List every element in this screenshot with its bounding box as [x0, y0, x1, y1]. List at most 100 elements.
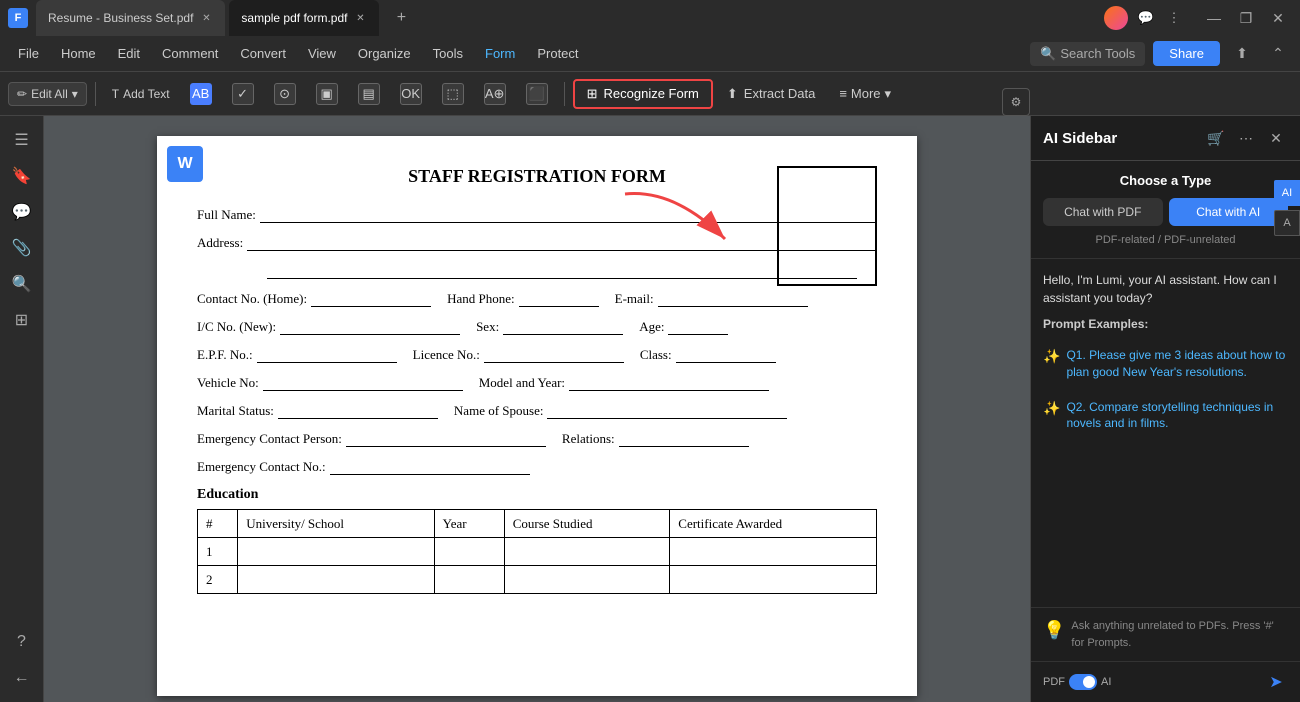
main-area: ☰ 🔖 💬 📎 🔍 ⊞ ? ← W STAFF REGI [0, 116, 1300, 702]
menu-home[interactable]: Home [51, 42, 106, 65]
menu-convert[interactable]: Convert [230, 42, 296, 65]
sidebar-comments[interactable]: 💬 [6, 196, 38, 228]
prompt-item-1[interactable]: ✨ Q1. Please give me 3 ideas about how t… [1043, 347, 1288, 381]
chevron-up-icon[interactable]: ⌃ [1264, 40, 1292, 68]
pdf-ai-toggle[interactable] [1069, 674, 1097, 690]
add-tab-button[interactable]: + [387, 4, 415, 32]
edit-all-button[interactable]: ✏ Edit All ▾ [8, 82, 87, 106]
relations-label: Relations: [562, 431, 615, 447]
class-item: Class: [640, 347, 776, 363]
ai-sidebar-header: AI Sidebar 🛒 ⋯ ✕ [1031, 116, 1300, 161]
chat-with-ai-button[interactable]: Chat with AI [1169, 198, 1289, 226]
menu-tools[interactable]: Tools [423, 42, 473, 65]
tab-resume-close[interactable]: ✕ [199, 11, 213, 25]
sidebar-layers[interactable]: ⊞ [6, 304, 38, 336]
share-button[interactable]: Share [1153, 41, 1220, 66]
upload-icon[interactable]: ⬆ [1228, 40, 1256, 68]
tab-sample-label: sample pdf form.pdf [241, 11, 347, 25]
spouse-item: Name of Spouse: [454, 403, 788, 419]
menu-organize[interactable]: Organize [348, 42, 421, 65]
licence-line [484, 347, 624, 363]
ai-chat-area: Hello, I'm Lumi, your AI assistant. How … [1031, 259, 1300, 607]
ai-close-icon[interactable]: ✕ [1264, 126, 1288, 150]
row2-certificate [670, 566, 877, 594]
list-button[interactable]: ▤ [350, 79, 388, 109]
recognize-form-label: Recognize Form [604, 86, 699, 101]
ok-button[interactable]: OK [392, 79, 430, 109]
ai-sidebar-title: AI Sidebar [1043, 130, 1196, 147]
maximize-button[interactable]: ❐ [1232, 4, 1260, 32]
ai-more-icon[interactable]: ⋯ [1234, 126, 1258, 150]
signature-button[interactable]: ⬚ [434, 79, 472, 109]
radio-button[interactable]: ⊙ [266, 79, 304, 109]
translate-panel-icon[interactable]: A [1274, 210, 1300, 236]
menu-view[interactable]: View [298, 42, 346, 65]
date-button[interactable]: A⊕ [476, 79, 514, 109]
chat-icon[interactable]: 💬 [1136, 8, 1156, 28]
age-line [668, 319, 728, 335]
chat-with-pdf-button[interactable]: Chat with PDF [1043, 198, 1163, 226]
search-tools-label: Search Tools [1060, 46, 1135, 61]
epf-label: E.P.F. No.: [197, 347, 253, 363]
sex-label: Sex: [476, 319, 499, 335]
hand-phone-label: Hand Phone: [447, 291, 515, 307]
menu-file[interactable]: File [8, 42, 49, 65]
image-button[interactable]: ▣ [308, 79, 346, 109]
sidebar-help[interactable]: ? [6, 626, 38, 658]
more-options-icon[interactable]: ⋮ [1164, 8, 1184, 28]
lightbulb-icon: 💡 [1043, 620, 1065, 641]
contact-home-item: Contact No. (Home): [197, 291, 431, 307]
tab-sample[interactable]: sample pdf form.pdf ✕ [229, 0, 379, 36]
checkbox-button[interactable]: ✓ [224, 79, 262, 109]
menu-comment[interactable]: Comment [152, 42, 228, 65]
tab-sample-close[interactable]: ✕ [353, 11, 367, 25]
address-line2-row [197, 263, 877, 279]
add-text-icon: T [112, 87, 119, 101]
sidebar-collapse[interactable]: ← [6, 662, 38, 694]
ai-panel-icon[interactable]: AI [1274, 180, 1300, 206]
add-text-button[interactable]: T Add Text [104, 83, 178, 105]
marital-item: Marital Status: [197, 403, 438, 419]
menu-protect[interactable]: Protect [527, 42, 588, 65]
edit-icon: ✏ [17, 87, 27, 101]
cart-icon[interactable]: 🛒 [1204, 126, 1228, 150]
sidebar-bookmarks[interactable]: 🔖 [6, 160, 38, 192]
pdf-area[interactable]: W STAFF REGISTRATION FORM Full Name: Add… [44, 116, 1030, 702]
send-button[interactable]: ➤ [1264, 670, 1288, 694]
left-sidebar: ☰ 🔖 💬 📎 🔍 ⊞ ? ← [0, 116, 44, 702]
model-label: Model and Year: [479, 375, 565, 391]
choose-type-label: Choose a Type [1043, 173, 1288, 188]
extract-data-icon: ⬆ [727, 86, 738, 102]
add-text-label: Add Text [123, 87, 169, 101]
age-item: Age: [639, 319, 728, 335]
sidebar-thumbnails[interactable]: ☰ [6, 124, 38, 156]
extract-data-button[interactable]: ⬆ Extract Data [717, 81, 825, 107]
word-icon: W [167, 146, 203, 182]
sidebar-attachments[interactable]: 📎 [6, 232, 38, 264]
recognize-form-button[interactable]: ⊞ Recognize Form [573, 79, 713, 109]
signature-icon: ⬚ [442, 83, 464, 105]
menu-edit[interactable]: Edit [108, 42, 150, 65]
tab-resume[interactable]: Resume - Business Set.pdf ✕ [36, 0, 225, 36]
row1-course [504, 538, 670, 566]
close-button[interactable]: ✕ [1264, 4, 1292, 32]
edit-all-label: Edit All [31, 87, 68, 101]
email-item: E-mail: [615, 291, 808, 307]
sidebar-search[interactable]: 🔍 [6, 268, 38, 300]
col-university: University/ School [238, 510, 434, 538]
vehicle-line [263, 375, 463, 391]
more-button[interactable]: ≡ More ▾ [829, 81, 901, 107]
ic-label: I/C No. (New): [197, 319, 276, 335]
col-course: Course Studied [504, 510, 670, 538]
ai-footer-text: Ask anything unrelated to PDFs. Press '#… [1071, 618, 1288, 651]
minimize-button[interactable]: — [1200, 4, 1228, 32]
user-avatar[interactable] [1104, 6, 1128, 30]
search-tools-button[interactable]: 🔍 Search Tools [1030, 42, 1145, 66]
sparkle-icon-2: ✨ [1043, 400, 1060, 417]
class-line [676, 347, 776, 363]
prompt-item-2[interactable]: ✨ Q2. Compare storytelling techniques in… [1043, 399, 1288, 433]
text-field-button[interactable]: AB [182, 79, 220, 109]
menu-bar-right: 🔍 Search Tools Share ⬆ ⌃ [1030, 40, 1292, 68]
menu-form[interactable]: Form [475, 42, 525, 65]
barcode-button[interactable]: ⬛ [518, 79, 556, 109]
